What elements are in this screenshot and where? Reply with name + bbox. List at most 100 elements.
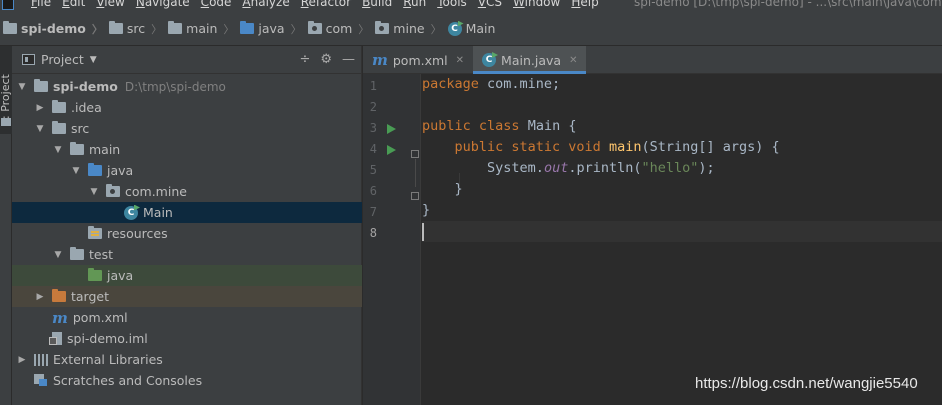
intellij-logo-icon: [2, 0, 14, 10]
tree-item[interactable]: ▶ .idea: [12, 97, 362, 118]
menu-analyze[interactable]: Analyze: [242, 0, 289, 9]
tree-item[interactable]: ▼ spi-demo D:\tmp\spi-demo: [12, 76, 362, 97]
close-icon[interactable]: ✕: [456, 55, 464, 66]
text-cursor: [422, 223, 424, 241]
menu-build[interactable]: Build: [362, 0, 392, 9]
tree-item-label: target: [71, 289, 110, 304]
fold-line: [415, 159, 416, 187]
gear-icon[interactable]: ⚙: [320, 52, 332, 67]
collapse-all-icon[interactable]: ÷: [299, 52, 310, 67]
tree-item-label: Scratches and Consoles: [53, 373, 203, 388]
line-number: 4: [369, 142, 377, 156]
tree-item[interactable]: spi-demo.iml: [12, 328, 362, 349]
iml-file-icon: [49, 332, 62, 345]
menu-code[interactable]: Code: [201, 0, 232, 9]
tree-item[interactable]: ▼ test: [12, 244, 362, 265]
run-gutter-icon[interactable]: [387, 145, 396, 155]
chevron-right-icon[interactable]: ▶: [34, 103, 46, 113]
project-view-selector[interactable]: Project: [41, 52, 84, 67]
maven-icon: m: [372, 51, 388, 69]
resources-folder-icon: [88, 226, 102, 239]
chevron-right-icon[interactable]: ▶: [34, 292, 46, 302]
tree-item[interactable]: java: [12, 265, 362, 286]
breadcrumb-item-mine[interactable]: mine 〉: [375, 21, 447, 37]
menu-bar: File Edit View Navigate Code Analyze Refactor B…: [0, 0, 942, 12]
tool-window-strip: 1: Project: [0, 46, 12, 405]
chevron-down-icon[interactable]: ▼: [70, 166, 82, 176]
tree-item-label: java: [107, 163, 134, 178]
scratches-icon: [34, 374, 48, 387]
tree-item[interactable]: ▼ java: [12, 160, 362, 181]
breadcrumb-item-project[interactable]: spi-demo 〉: [3, 21, 109, 37]
chevron-down-icon[interactable]: ▼: [52, 145, 64, 155]
tree-item[interactable]: ▼ main: [12, 139, 362, 160]
line-number: 7: [369, 205, 377, 219]
folder-icon: [108, 21, 123, 34]
close-icon[interactable]: ✕: [569, 55, 577, 66]
tree-item[interactable]: ▼ src: [12, 118, 362, 139]
hide-panel-icon[interactable]: —: [342, 52, 355, 67]
chevron-down-icon[interactable]: ▼: [90, 55, 97, 65]
tree-item[interactable]: ▶ External Libraries: [12, 349, 362, 370]
folder-icon: [168, 21, 183, 34]
fold-marker-icon[interactable]: [411, 150, 419, 158]
code-line-6: }: [454, 181, 463, 197]
tree-item[interactable]: resources: [12, 223, 362, 244]
tree-item-path: D:\tmp\spi-demo: [124, 79, 226, 94]
breadcrumb-item-file[interactable]: C Main: [447, 21, 495, 36]
editor: m pom.xml ✕ C Main.java ✕ 1 2 3 4 5 6 7 …: [363, 46, 942, 405]
menu-help[interactable]: Help: [571, 0, 598, 9]
run-gutter-icon[interactable]: [387, 124, 396, 134]
libraries-icon: [34, 353, 48, 366]
line-number: 2: [369, 100, 377, 114]
breadcrumb-item-main[interactable]: main 〉: [168, 21, 240, 37]
project-folder-icon: [34, 79, 48, 92]
tree-item[interactable]: ▼ com.mine: [12, 181, 362, 202]
tree-item-label: resources: [107, 226, 168, 241]
tree-item-label: spi-demo.iml: [67, 331, 148, 346]
editor-gutter[interactable]: 1 2 3 4 5 6 7 8: [363, 74, 421, 405]
tab-main-java[interactable]: C Main.java ✕: [473, 46, 587, 74]
class-icon: C: [124, 205, 138, 220]
breadcrumb-item-src[interactable]: src 〉: [108, 21, 168, 37]
tree-item-label: Main: [143, 205, 173, 220]
chevron-down-icon[interactable]: ▼: [16, 82, 28, 92]
excluded-folder-icon: [52, 289, 66, 302]
breadcrumb-item-com[interactable]: com 〉: [307, 21, 376, 37]
class-icon: C: [447, 21, 462, 36]
source-folder-icon: [240, 21, 255, 34]
package-icon: [375, 21, 390, 34]
folder-icon: [70, 247, 84, 260]
menu-view[interactable]: View: [96, 0, 124, 9]
chevron-right-icon: 〉: [290, 22, 302, 36]
class-icon: C: [482, 53, 497, 67]
chevron-down-icon[interactable]: ▼: [88, 187, 100, 197]
code-line-4: public static void main(String[] args) {: [454, 139, 780, 155]
menu-items: File Edit View Navigate Code Analyze Refactor B…: [31, 0, 610, 9]
tree-item[interactable]: ▶ target: [12, 286, 362, 307]
menu-vcs[interactable]: VCS: [478, 0, 502, 9]
chevron-down-icon[interactable]: ▼: [52, 250, 64, 260]
menu-tools[interactable]: Tools: [437, 0, 467, 9]
tree-item-label: External Libraries: [53, 352, 163, 367]
breadcrumb-item-java[interactable]: java 〉: [240, 21, 307, 37]
line-number: 1: [369, 79, 377, 93]
menu-run[interactable]: Run: [403, 0, 426, 9]
tree-item[interactable]: Scratches and Consoles: [12, 370, 362, 391]
fold-marker-icon[interactable]: [411, 192, 419, 200]
code-area[interactable]: package com.mine; public class Main { pu…: [422, 74, 942, 405]
tab-pom-xml[interactable]: m pom.xml ✕: [363, 46, 473, 74]
tree-item[interactable]: m pom.xml: [12, 307, 362, 328]
folder-icon: [52, 121, 66, 134]
menu-refactor[interactable]: Refactor: [301, 0, 351, 9]
menu-edit[interactable]: Edit: [62, 0, 85, 9]
tree-item[interactable]: C Main: [12, 202, 362, 223]
project-tool-tab[interactable]: 1: Project: [0, 46, 12, 134]
editor-tabs: m pom.xml ✕ C Main.java ✕: [363, 46, 942, 74]
menu-window[interactable]: Window: [513, 0, 560, 9]
menu-file[interactable]: File: [31, 0, 51, 9]
menu-navigate[interactable]: Navigate: [136, 0, 190, 9]
chevron-down-icon[interactable]: ▼: [34, 124, 46, 134]
chevron-right-icon[interactable]: ▶: [16, 355, 28, 365]
